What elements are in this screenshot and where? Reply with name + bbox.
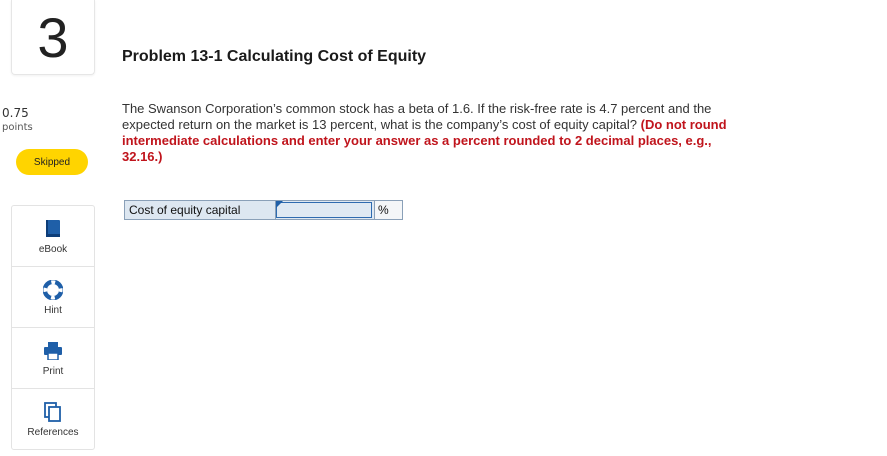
cost-of-equity-input[interactable] [276, 202, 372, 218]
question-number: 3 [11, 0, 95, 75]
answer-cell [275, 200, 375, 220]
answer-table: Cost of equity capital % [124, 200, 403, 220]
problem-title: Problem 13-1 Calculating Cost of Equity [122, 48, 427, 65]
flag-icon [276, 201, 283, 208]
answer-label: Cost of equity capital [124, 200, 276, 220]
skipped-badge: Skipped [16, 149, 88, 175]
hint-button[interactable]: Hint [12, 267, 94, 328]
hint-label: Hint [44, 304, 62, 316]
ebook-button[interactable]: eBook [12, 206, 94, 267]
print-button[interactable]: Print [12, 328, 94, 389]
documents-icon [44, 401, 62, 423]
lifebuoy-icon [43, 279, 63, 301]
print-label: Print [42, 365, 64, 377]
problem-body: The Swanson Corporation’s common stock h… [122, 101, 712, 132]
ebook-icon [45, 218, 61, 240]
problem-text: The Swanson Corporation’s common stock h… [122, 101, 752, 165]
printer-icon [43, 340, 63, 362]
references-button[interactable]: References [12, 389, 94, 449]
points-label: points [2, 122, 33, 133]
points-value: 0.75 [2, 106, 29, 120]
references-label: References [27, 426, 79, 438]
tools-panel: eBook Hint Print References [11, 205, 95, 450]
percent-unit: % [374, 200, 403, 220]
answer-row: Cost of equity capital % [124, 200, 403, 220]
ebook-label: eBook [38, 243, 68, 255]
